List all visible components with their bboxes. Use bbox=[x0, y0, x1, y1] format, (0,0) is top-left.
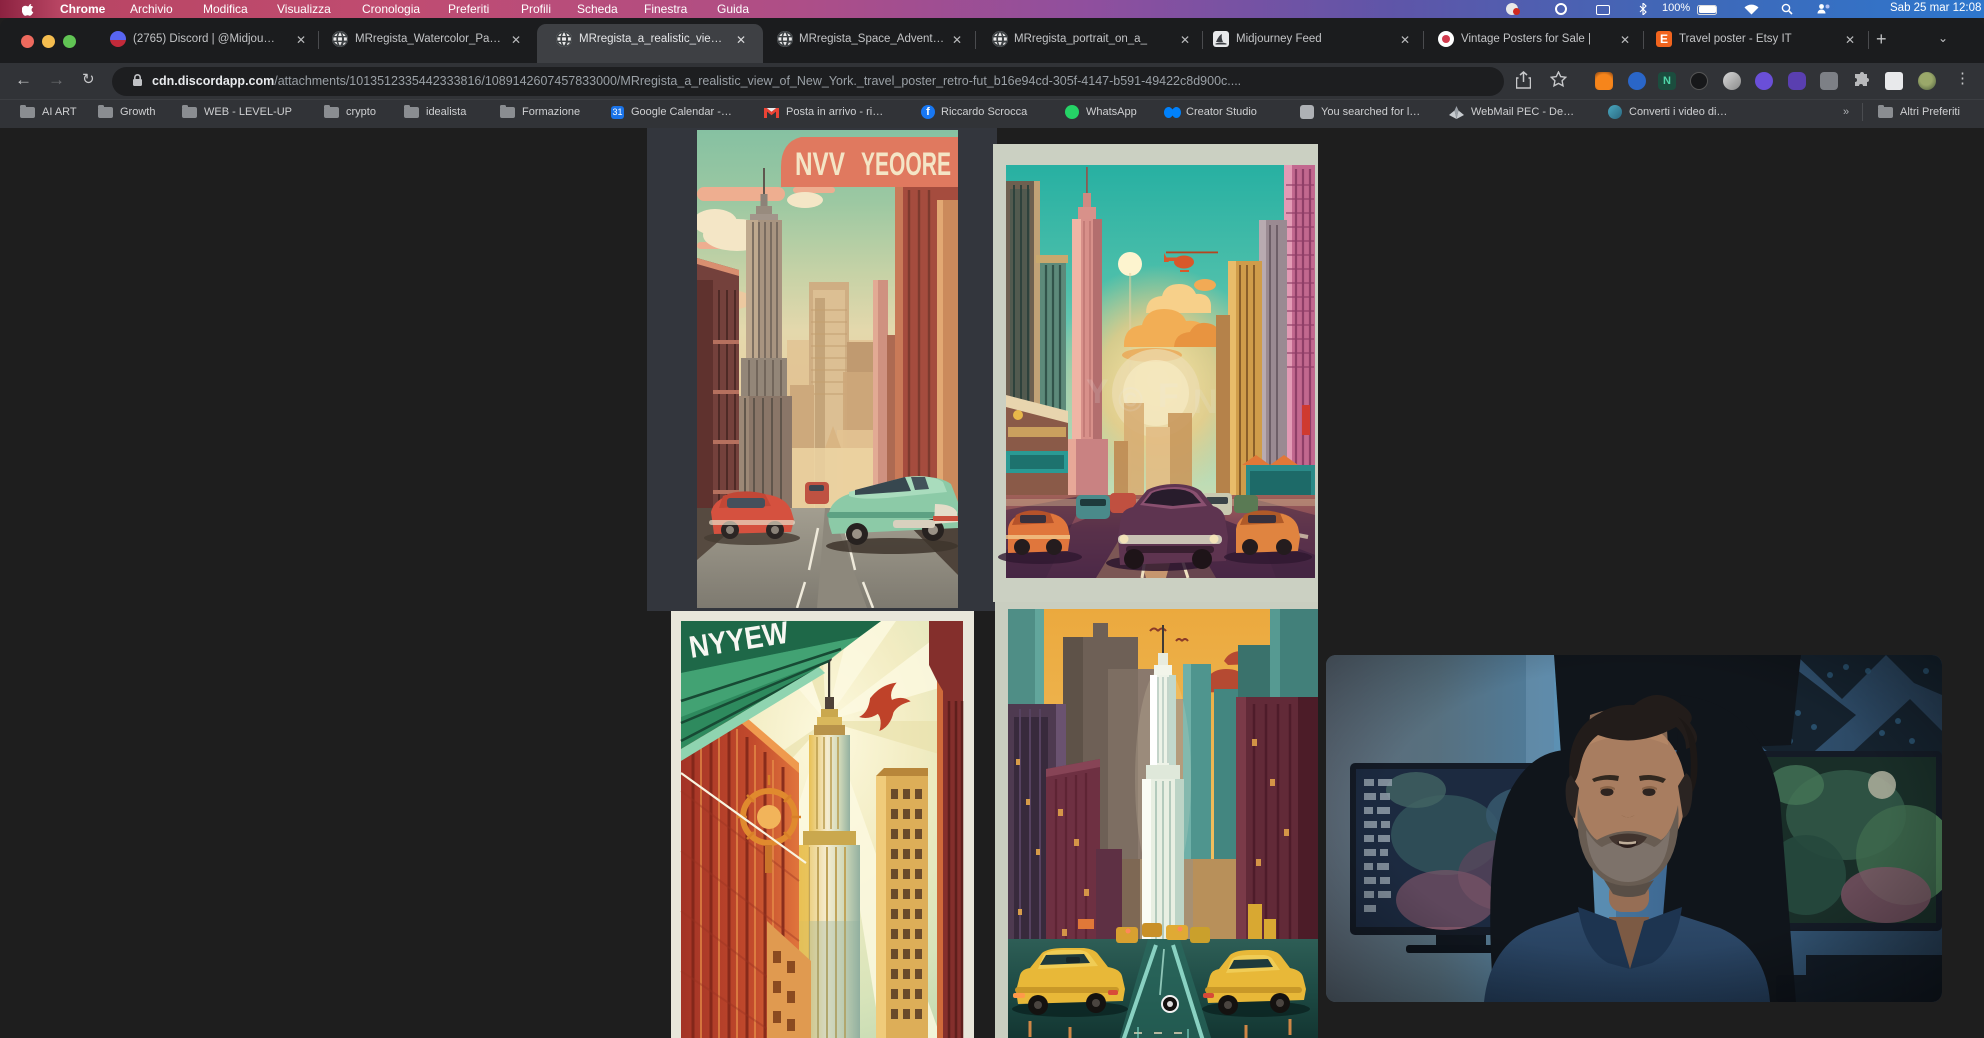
svg-text:Y: Y bbox=[1086, 373, 1109, 411]
svg-text:©: © bbox=[1118, 381, 1143, 419]
svg-text:NVV: NVV bbox=[795, 147, 845, 183]
svg-text:N: N bbox=[1193, 383, 1218, 421]
svg-text:F: F bbox=[1158, 377, 1179, 415]
svg-text:YEOORE: YEOORE bbox=[861, 147, 951, 183]
